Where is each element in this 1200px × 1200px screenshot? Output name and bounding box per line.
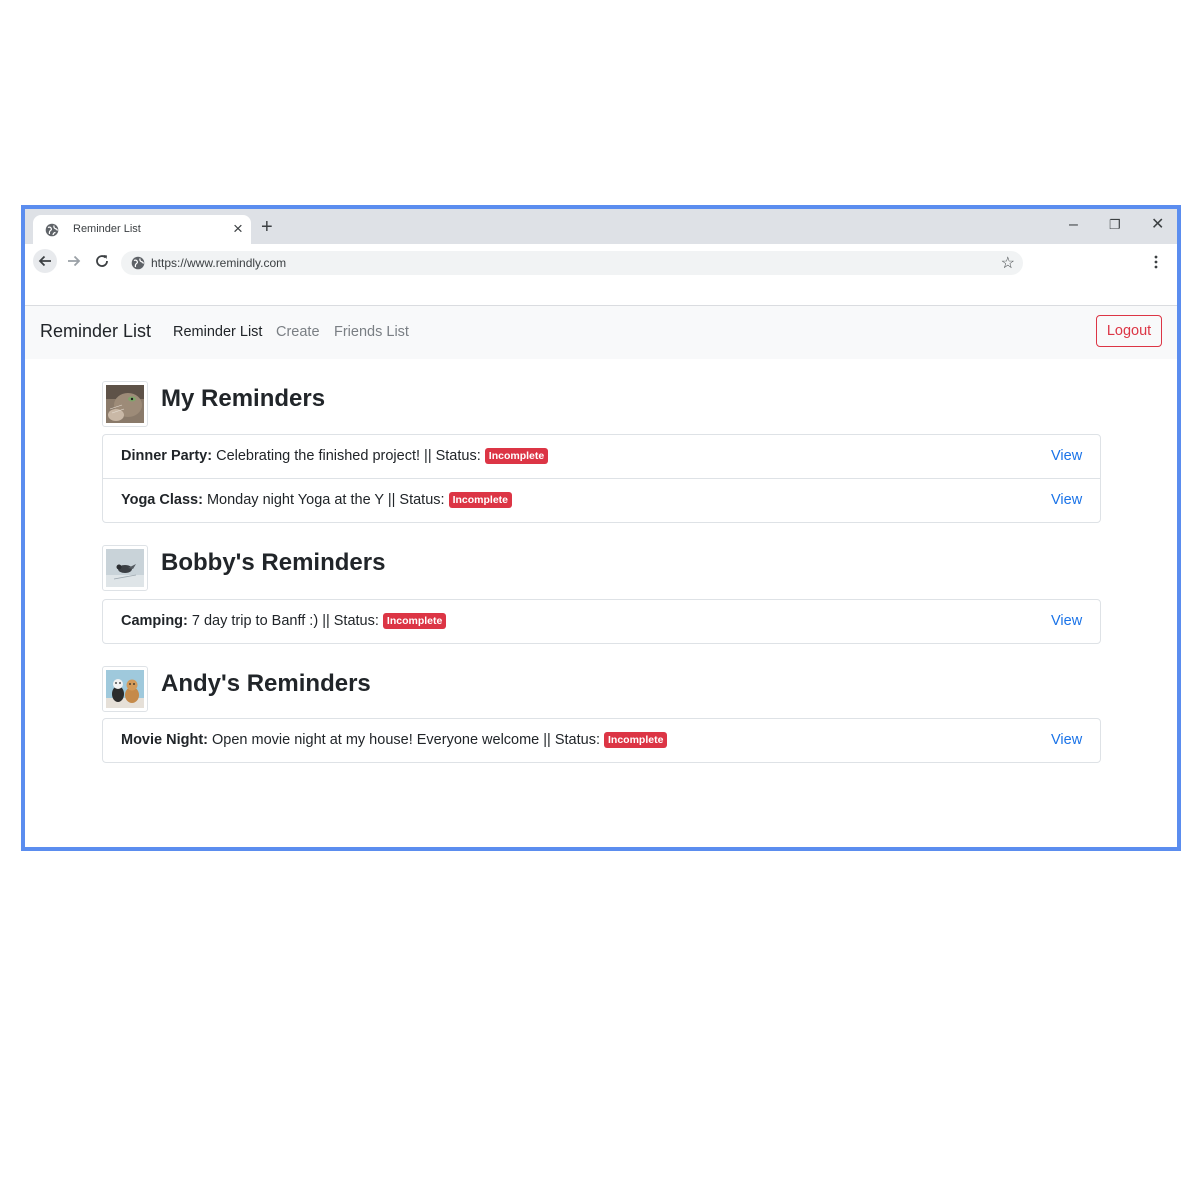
- reminder-text: Dinner Party: Celebrating the finished p…: [121, 448, 549, 464]
- status-badge: Incomplete: [382, 613, 447, 629]
- section-title: Bobby's Reminders: [161, 549, 386, 576]
- section-title: Andy's Reminders: [161, 670, 371, 697]
- minimize-icon[interactable]: –: [1069, 215, 1078, 235]
- reminder-title: Movie Night:: [121, 732, 208, 748]
- reminder-title: Yoga Class:: [121, 492, 203, 508]
- close-window-icon[interactable]: ✕: [1151, 215, 1164, 235]
- reminder-text: Movie Night: Open movie night at my hous…: [121, 732, 668, 748]
- reminder-list: Movie Night: Open movie night at my hous…: [102, 718, 1101, 763]
- tab-title: Reminder List: [73, 223, 141, 235]
- reminder-title: Camping:: [121, 613, 188, 629]
- restore-icon[interactable]: ❐: [1109, 215, 1121, 235]
- bird-in-snow-photo-icon: [106, 549, 144, 587]
- globe-icon: [45, 223, 59, 237]
- nav-link-friends-list[interactable]: Friends List: [334, 324, 409, 340]
- reminder-title: Dinner Party:: [121, 448, 213, 464]
- reminder-description: Celebrating the finished project! || Sta…: [212, 448, 485, 464]
- list-item: Movie Night: Open movie night at my hous…: [103, 719, 1100, 762]
- address-bar[interactable]: https://www.remindly.com ☆: [121, 251, 1023, 275]
- list-item: Dinner Party: Celebrating the finished p…: [103, 435, 1100, 479]
- url-text: https://www.remindly.com: [151, 256, 287, 270]
- tab-strip: Reminder List × + – ❐ ✕: [25, 209, 1177, 244]
- app-navbar: Reminder List Reminder List Create Frien…: [25, 306, 1177, 359]
- view-link[interactable]: View: [1051, 492, 1082, 508]
- avatar: [102, 666, 148, 712]
- reminder-description: 7 day trip to Banff :) || Status:: [187, 613, 383, 629]
- nav-link-reminder-list[interactable]: Reminder List: [173, 324, 262, 340]
- logout-button[interactable]: Logout: [1096, 315, 1162, 347]
- list-item: Camping: 7 day trip to Banff :) || Statu…: [103, 600, 1100, 643]
- avatar: [102, 545, 148, 591]
- cat-and-dog-photo-icon: [106, 670, 144, 708]
- nav-link-create[interactable]: Create: [276, 324, 320, 340]
- forward-arrow-icon[interactable]: [62, 249, 86, 273]
- navbar-brand[interactable]: Reminder List: [40, 321, 151, 342]
- browser-menu-icon[interactable]: [1153, 253, 1159, 271]
- status-badge: Incomplete: [448, 492, 512, 508]
- browser-window: Reminder List × + – ❐ ✕ https://www.remi…: [21, 205, 1181, 851]
- view-link[interactable]: View: [1051, 613, 1082, 629]
- reminder-description: Open movie night at my house! Everyone w…: [208, 732, 605, 748]
- view-link[interactable]: View: [1051, 448, 1082, 464]
- reload-icon[interactable]: [90, 249, 114, 273]
- cat-photo-icon: [106, 385, 144, 423]
- avatar: [102, 381, 148, 427]
- list-item: Yoga Class: Monday night Yoga at the Y |…: [103, 479, 1100, 522]
- reminder-text: Yoga Class: Monday night Yoga at the Y |…: [121, 492, 512, 508]
- bookmark-star-icon[interactable]: ☆: [1001, 253, 1015, 273]
- site-globe-icon: [131, 256, 145, 270]
- back-arrow-icon[interactable]: [33, 249, 57, 273]
- new-tab-icon[interactable]: +: [261, 217, 273, 237]
- browser-toolbar: https://www.remindly.com ☆: [25, 244, 1177, 279]
- reminder-text: Camping: 7 day trip to Banff :) || Statu…: [121, 613, 447, 629]
- status-badge: Incomplete: [484, 448, 549, 464]
- reminder-list: Dinner Party: Celebrating the finished p…: [102, 434, 1101, 523]
- reminder-description: Monday night Yoga at the Y || Status:: [202, 492, 449, 508]
- tab-close-icon[interactable]: ×: [233, 219, 243, 239]
- reminder-list: Camping: 7 day trip to Banff :) || Statu…: [102, 599, 1101, 644]
- view-link[interactable]: View: [1051, 732, 1082, 748]
- browser-tab[interactable]: Reminder List ×: [33, 215, 251, 244]
- status-badge: Incomplete: [604, 732, 668, 748]
- section-title: My Reminders: [161, 385, 326, 412]
